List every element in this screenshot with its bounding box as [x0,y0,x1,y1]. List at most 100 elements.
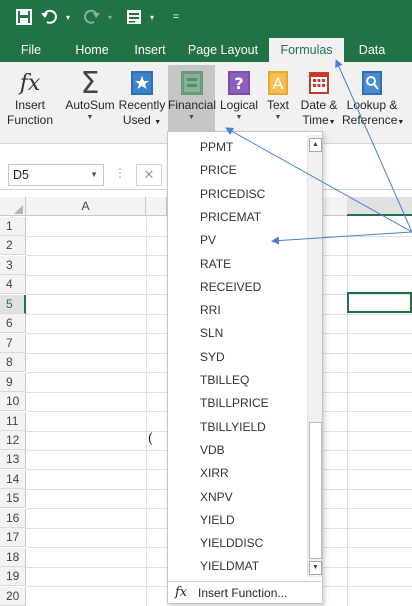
financial-functions-menu: PPMT PRICE PRICEDISC PRICEMAT PV RATE RECEIVED… [167,131,323,604]
row-header[interactable]: 1 [0,217,26,236]
menu-scrollbar[interactable]: ▲ ▼ [307,135,322,577]
insert-function-button[interactable]: fx Insert Function [0,65,60,141]
function-item-ppmt[interactable]: PPMT [200,140,233,154]
autosum-label: AutoSum [65,98,115,112]
insert-function-menu-item[interactable]: fx Insert Function... [168,581,322,603]
function-item-yielddisc[interactable]: YIELDDISC [200,536,263,550]
row-header[interactable]: 12 [0,430,26,450]
lookup-reference-button[interactable]: Lookup & Reference▼ [342,65,405,141]
tab-formulas[interactable]: Formulas [269,38,344,62]
financial-button[interactable]: Financial ▼ [168,65,217,141]
function-item-rate[interactable]: RATE [200,257,231,271]
active-cell[interactable] [347,292,412,313]
sigma-icon: Σ [80,65,100,101]
tab-file[interactable]: File [10,38,52,62]
tab-page-layout[interactable]: Page Layout [184,38,262,62]
recently-used-label-1: Recently [118,98,166,112]
lookup-book-icon [357,68,387,98]
function-item-rri[interactable]: RRI [200,303,221,317]
row-header[interactable]: 6 [0,314,26,334]
name-box[interactable]: D5 ▼ [8,164,104,186]
column-header-d[interactable] [347,197,412,216]
function-item-tbilleq[interactable]: TBILLEQ [200,373,249,387]
date-time-label-2: Time▼ [297,113,341,130]
redo-icon[interactable] [82,6,102,28]
row-header[interactable]: 15 [0,489,26,509]
financial-label: Financial [168,98,217,112]
function-item-yieldmat[interactable]: YIELDMAT [200,559,259,573]
question-book-icon: ? [224,68,254,98]
financial-book-icon [177,68,207,98]
row-header[interactable]: 5 [0,294,26,314]
function-item-pricemat[interactable]: PRICEMAT [200,210,261,224]
row-header[interactable]: 16 [0,508,26,528]
row-header[interactable]: 20 [0,586,26,606]
text-label: Text [266,98,289,112]
undo-dropdown-icon[interactable]: ▾ [66,13,76,22]
row-header[interactable]: 4 [0,275,26,295]
function-item-xirr[interactable]: XIRR [200,466,229,480]
chevron-down-icon: ▼ [86,114,94,121]
function-item-yield[interactable]: YIELD [200,513,235,527]
chevron-down-icon: ▼ [274,114,282,121]
name-box-value: D5 [13,168,29,182]
redo-dropdown-icon[interactable]: ▾ [108,13,118,22]
tab-data[interactable]: Data [350,38,394,62]
row-header[interactable]: 18 [0,547,26,567]
row-header[interactable]: 3 [0,255,26,275]
chevron-down-icon[interactable]: ▼ [90,170,98,179]
row-header[interactable]: 14 [0,469,26,489]
row-header[interactable]: 19 [0,567,26,587]
scroll-up-icon[interactable]: ▲ [309,138,322,152]
row-header[interactable]: 7 [0,333,26,353]
lookup-reference-label-2-text: Reference [342,113,398,127]
scroll-thumb[interactable] [309,422,322,559]
autosum-button[interactable]: Σ AutoSum ▼ [63,65,117,141]
column-header-a[interactable]: A [26,197,146,216]
insert-function-menu-label: Insert Function... [198,586,288,600]
lookup-reference-label-1: Lookup & [346,98,398,112]
function-item-pricedisc[interactable]: PRICEDISC [200,187,265,201]
customize-toolbar-icon[interactable]: = [166,6,186,28]
function-item-tbillyield[interactable]: TBILLYIELD [200,420,266,434]
cell-content[interactable]: ( [148,430,152,445]
row-header[interactable]: 2 [0,236,26,256]
function-item-tbillprice[interactable]: TBILLPRICE [200,396,269,410]
column-header-b[interactable] [146,197,167,216]
save-icon[interactable] [14,6,34,28]
row-header[interactable]: 10 [0,392,26,412]
date-time-label-2-text: Time [302,113,329,127]
star-book-icon [127,68,157,98]
function-item-vdb[interactable]: VDB [200,443,225,457]
logical-button[interactable]: ? Logical ▼ [218,65,260,141]
insert-function-label-1: Insert [14,98,45,112]
function-item-received[interactable]: RECEIVED [200,280,261,294]
undo-icon[interactable] [40,6,60,28]
function-item-pv[interactable]: PV [200,233,216,247]
function-item-syd[interactable]: SYD [200,350,225,364]
row-header[interactable]: 8 [0,353,26,373]
text-button[interactable]: A Text ▼ [263,65,293,141]
function-item-sln[interactable]: SLN [200,326,223,340]
chevron-down-icon: ▼ [397,119,405,126]
chevron-down-icon: ▼ [328,119,336,126]
scroll-down-icon[interactable]: ▼ [309,561,322,575]
tab-home[interactable]: Home [66,38,118,62]
date-time-button[interactable]: Date & Time▼ [297,65,341,141]
column-header-c[interactable] [323,197,347,216]
tab-insert[interactable]: Insert [124,38,176,62]
recently-used-button[interactable]: Recently Used ▼ [118,65,166,141]
row-header[interactable]: 13 [0,450,26,470]
chevron-down-icon: ▼ [188,114,195,121]
row-header[interactable]: 9 [0,372,26,392]
row-header[interactable]: 11 [0,411,26,431]
lookup-reference-label-2: Reference▼ [342,113,405,130]
row-header[interactable]: 17 [0,528,26,548]
function-item-xnpv[interactable]: XNPV [200,490,233,504]
select-all-corner[interactable] [0,197,26,216]
function-item-price[interactable]: PRICE [200,163,237,177]
formula-bar-separator[interactable]: ⋮ [114,166,126,180]
cancel-icon[interactable]: ✕ [136,164,162,186]
form-icon[interactable] [124,6,144,28]
form-dropdown-icon[interactable]: ▾ [150,13,160,22]
